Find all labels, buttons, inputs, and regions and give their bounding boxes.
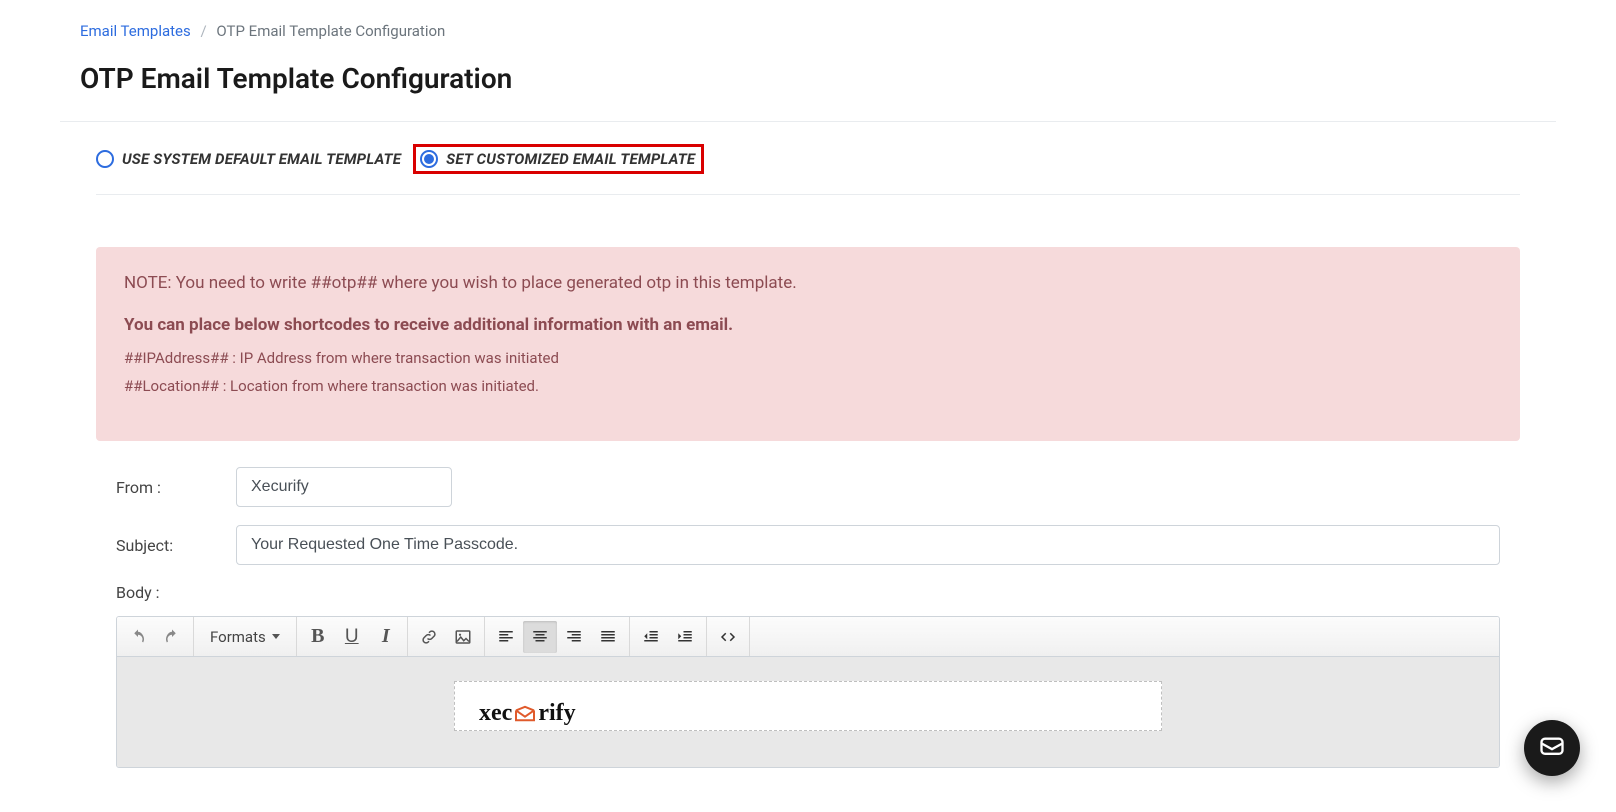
email-canvas: xec rify	[420, 681, 1196, 731]
note-box: NOTE: You need to write ##otp## where yo…	[96, 247, 1520, 441]
link-icon	[420, 628, 438, 646]
undo-icon	[129, 628, 147, 646]
radio-default-label: USE SYSTEM DEFAULT EMAIL TEMPLATE	[122, 150, 401, 168]
caret-down-icon	[272, 634, 280, 639]
brand-part2: rify	[538, 700, 575, 727]
align-left-button[interactable]	[489, 621, 523, 653]
image-icon	[454, 628, 472, 646]
underline-button[interactable]: U	[335, 621, 369, 653]
align-left-icon	[497, 628, 515, 646]
italic-button[interactable]: I	[369, 621, 403, 653]
breadcrumb-link-parent[interactable]: Email Templates	[80, 22, 191, 40]
align-justify-button[interactable]	[591, 621, 625, 653]
chat-icon	[1538, 734, 1566, 762]
editor-toolbar: Formats B U I	[117, 617, 1499, 657]
radio-icon	[96, 150, 114, 168]
align-center-icon	[531, 628, 549, 646]
underline-icon: U	[345, 626, 359, 648]
envelope-icon	[514, 705, 536, 723]
radio-default-template[interactable]: USE SYSTEM DEFAULT EMAIL TEMPLATE	[96, 150, 401, 168]
breadcrumb-separator: /	[200, 22, 206, 40]
redo-icon	[163, 628, 181, 646]
indent-icon	[676, 628, 694, 646]
breadcrumb: Email Templates / OTP Email Template Con…	[60, 0, 1556, 48]
shortcode-location: ##Location## : Location from where trans…	[124, 377, 1492, 395]
redo-button[interactable]	[155, 621, 189, 653]
link-button[interactable]	[412, 621, 446, 653]
align-justify-icon	[599, 628, 617, 646]
chat-fab[interactable]	[1524, 720, 1580, 776]
subject-label: Subject:	[116, 536, 236, 555]
brand-logo: xec rify	[479, 700, 576, 727]
from-input[interactable]	[236, 467, 452, 507]
divider	[60, 121, 1556, 122]
align-right-button[interactable]	[557, 621, 591, 653]
radio-custom-label: SET CUSTOMIZED EMAIL TEMPLATE	[446, 150, 695, 168]
undo-button[interactable]	[121, 621, 155, 653]
align-center-button[interactable]	[523, 621, 557, 653]
outdent-button[interactable]	[634, 621, 668, 653]
divider	[96, 194, 1520, 195]
bold-button[interactable]: B	[301, 621, 335, 653]
brand-part1: xec	[479, 700, 512, 727]
indent-button[interactable]	[668, 621, 702, 653]
page-title: OTP Email Template Configuration	[60, 48, 1556, 121]
formats-label: Formats	[210, 628, 266, 646]
formats-dropdown[interactable]: Formats	[198, 621, 292, 653]
highlight-custom-option: SET CUSTOMIZED EMAIL TEMPLATE	[413, 144, 704, 174]
body-label: Body :	[116, 583, 1500, 602]
note-shortcodes-heading: You can place below shortcodes to receiv…	[124, 315, 1492, 335]
breadcrumb-current: OTP Email Template Configuration	[216, 22, 445, 40]
align-right-icon	[565, 628, 583, 646]
from-label: From :	[116, 478, 236, 497]
radio-icon-selected	[420, 150, 438, 168]
code-icon	[719, 628, 737, 646]
subject-input[interactable]	[236, 525, 1500, 565]
subject-row: Subject:	[116, 525, 1500, 565]
italic-icon: I	[382, 625, 390, 648]
email-body-frame: xec rify	[454, 681, 1162, 731]
shortcode-ip: ##IPAddress## : IP Address from where tr…	[124, 349, 1492, 367]
outdent-icon	[642, 628, 660, 646]
source-code-button[interactable]	[711, 621, 745, 653]
from-row: From :	[116, 467, 1500, 507]
note-otp-line: NOTE: You need to write ##otp## where yo…	[124, 273, 1492, 293]
radio-custom-template[interactable]: SET CUSTOMIZED EMAIL TEMPLATE	[420, 150, 695, 168]
image-button[interactable]	[446, 621, 480, 653]
bold-icon: B	[311, 625, 324, 648]
template-mode-radios: USE SYSTEM DEFAULT EMAIL TEMPLATE SET CU…	[60, 140, 1556, 194]
editor-content-area[interactable]: xec rify	[117, 657, 1499, 767]
rich-text-editor: Formats B U I	[116, 616, 1500, 768]
